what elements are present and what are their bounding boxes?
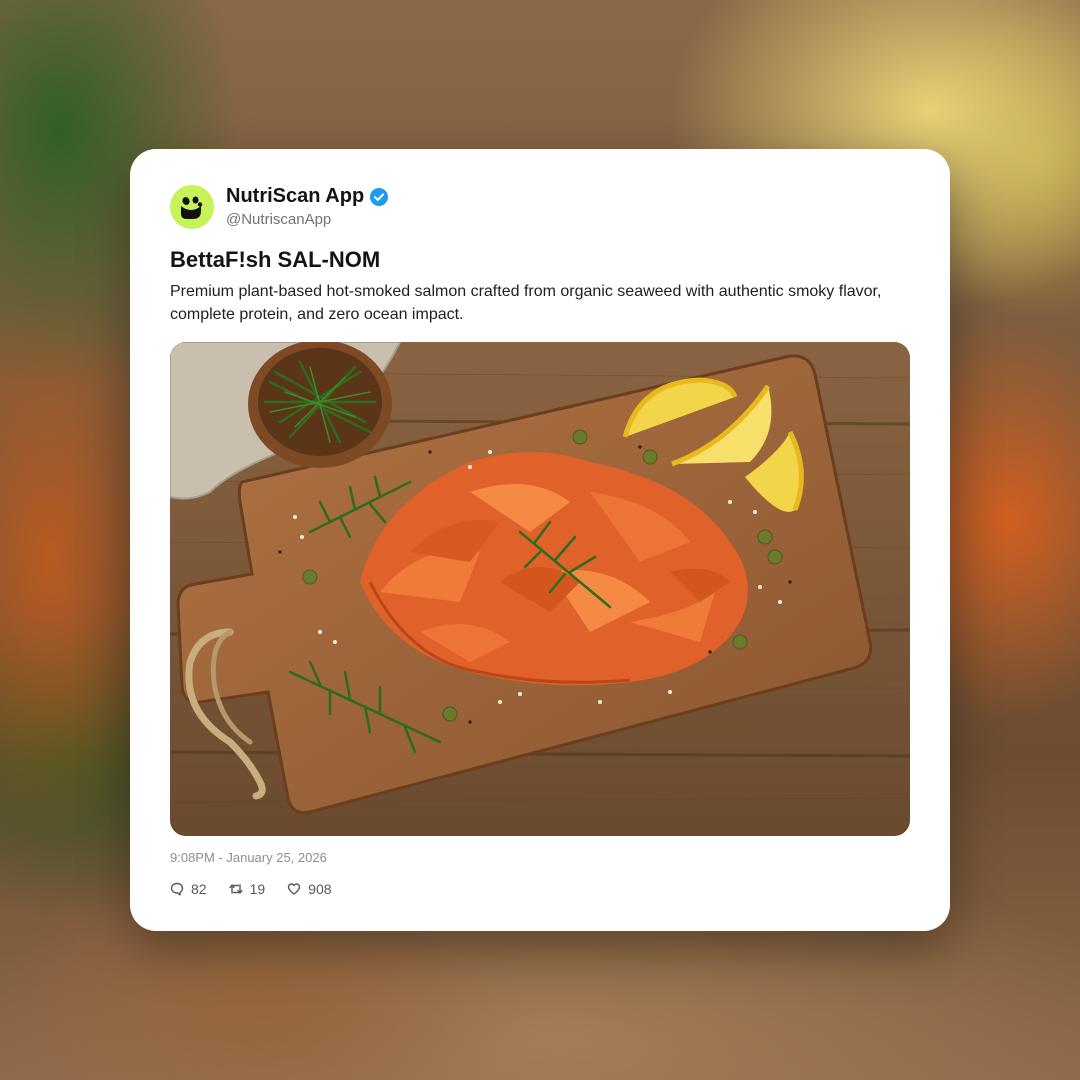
author-name-row: NutriScan App (226, 185, 389, 208)
nutriscan-logo-icon (181, 196, 203, 219)
smoked-salmon-board-photo (170, 342, 910, 836)
post-image[interactable] (170, 342, 910, 836)
verified-badge-icon (370, 187, 389, 206)
reply-button[interactable]: 82 (170, 881, 207, 897)
repost-button[interactable]: 19 (228, 881, 266, 897)
like-count: 908 (308, 881, 332, 897)
engagement-bar: 82 19 908 (170, 881, 332, 897)
like-button[interactable]: 908 (287, 881, 332, 897)
reply-icon (170, 882, 184, 896)
post-description: Premium plant-based hot-smoked salmon cr… (170, 283, 882, 323)
post-card: NutriScan App @NutriscanApp BettaF!sh SA… (130, 149, 950, 931)
repost-count: 19 (249, 881, 266, 897)
post-title: BettaF!sh SAL-NOM (170, 247, 381, 272)
post-timestamp[interactable]: 9:08PM - January 25, 2026 (170, 850, 327, 865)
avatar[interactable] (170, 185, 214, 229)
heart-icon (287, 883, 301, 895)
author-handle[interactable]: @NutriscanApp (226, 211, 331, 228)
reply-count: 82 (191, 881, 207, 897)
author-name[interactable]: NutriScan App (226, 185, 364, 208)
repost-icon (228, 884, 243, 894)
